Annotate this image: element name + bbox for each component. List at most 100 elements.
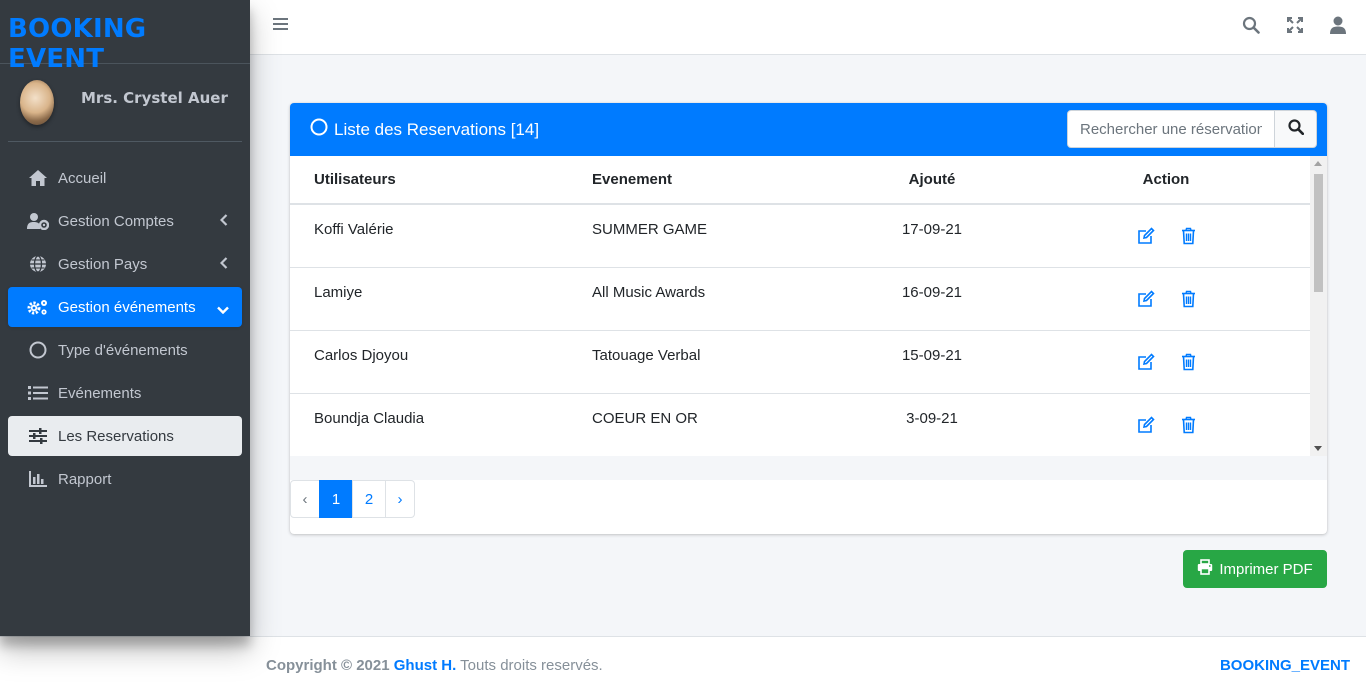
users-cog-icon (26, 209, 50, 233)
vertical-scrollbar[interactable] (1310, 156, 1327, 456)
edit-icon[interactable] (1137, 415, 1155, 438)
horizontal-scroll-area (290, 456, 1327, 480)
navbar-icons (1242, 16, 1346, 39)
user-panel: Mrs. Crystel Auer (8, 64, 242, 142)
reservation-search (1067, 110, 1317, 148)
sliders-icon (26, 424, 50, 448)
cell-event: COEUR EN OR (592, 393, 842, 456)
page-next-button[interactable]: › (385, 480, 415, 518)
cell-actions (1022, 393, 1310, 456)
home-icon (26, 166, 50, 190)
list-icon (26, 381, 50, 405)
sidebar-item-reservations[interactable]: Les Reservations (8, 416, 242, 456)
copyright-text: Copyright © 2021 (266, 657, 390, 674)
card-title: Liste des Reservations [14] (310, 118, 539, 141)
column-header: Action (1022, 156, 1310, 205)
author-link[interactable]: Ghust H. (394, 657, 457, 674)
scroll-up-arrow-icon[interactable] (1314, 161, 1322, 166)
search-button[interactable] (1275, 110, 1317, 148)
reservations-card: Liste des Reservations [14] Utilisateurs… (290, 103, 1327, 534)
chevron-left-icon (219, 256, 228, 273)
top-navbar (250, 0, 1366, 55)
sidebar-item-label: Accueil (58, 169, 107, 187)
sidebar-item-gestion-comptes[interactable]: Gestion Comptes (8, 201, 242, 241)
fullscreen-icon[interactable] (1286, 16, 1304, 39)
cell-date: 16-09-21 (842, 267, 1022, 331)
cell-actions (1022, 204, 1310, 268)
trash-icon[interactable] (1181, 227, 1196, 249)
reservations-table: Utilisateurs Evenement Ajouté Action Kof… (290, 156, 1310, 456)
edit-icon[interactable] (1137, 227, 1155, 249)
chevron-left-icon (219, 213, 228, 230)
sidebar-item-label: Type d'événements (58, 341, 188, 359)
cell-date: 3-09-21 (842, 393, 1022, 456)
table-row: Koffi Valérie SUMMER GAME 17-09-21 (290, 204, 1310, 268)
sidebar-item-gestion-pays[interactable]: Gestion Pays (8, 244, 242, 284)
cell-actions (1022, 267, 1310, 331)
cell-user: Koffi Valérie (290, 204, 592, 268)
print-pdf-label: Imprimer PDF (1219, 560, 1313, 578)
sidebar-item-label: Gestion événements (58, 298, 196, 316)
column-header: Ajouté (842, 156, 1022, 205)
trash-icon[interactable] (1181, 290, 1196, 312)
page-2-button[interactable]: 2 (352, 480, 386, 518)
sidebar-item-evenements[interactable]: Evénements (8, 373, 242, 413)
sidebar-item-label: Evénements (58, 384, 142, 402)
table-row: Carlos Djoyou Tatouage Verbal 15-09-21 (290, 330, 1310, 394)
cell-user: Boundja Claudia (290, 393, 592, 456)
brand-link[interactable]: BOOKING EVENT (0, 0, 250, 74)
pagination: ‹ 1 2 › (290, 480, 415, 518)
chevron-down-icon (217, 301, 229, 318)
cell-date: 15-09-21 (842, 330, 1022, 394)
cogs-icon (26, 295, 50, 319)
card-header: Liste des Reservations [14] (290, 103, 1327, 156)
card-title-text: Liste des Reservations [14] (334, 119, 540, 139)
sidebar-item-accueil[interactable]: Accueil (8, 158, 242, 198)
cell-user: Lamiye (290, 267, 592, 331)
footer: Copyright © 2021 Ghust H. Touts droits r… (0, 636, 1366, 690)
table-row: Lamiye All Music Awards 16-09-21 (290, 267, 1310, 331)
sidebar-nav: Accueil Gestion Comptes Gestion Pays Ges… (0, 142, 250, 499)
sidebar-item-label: Les Reservations (58, 427, 174, 445)
print-icon (1197, 559, 1213, 579)
user-name[interactable]: Mrs. Crystel Auer (81, 89, 228, 107)
footer-copyright: Copyright © 2021 Ghust H. Touts droits r… (266, 657, 603, 674)
search-icon[interactable] (1242, 16, 1260, 39)
edit-icon[interactable] (1137, 352, 1155, 375)
trash-icon[interactable] (1181, 353, 1196, 375)
cell-event: Tatouage Verbal (592, 330, 842, 394)
page-prev-button[interactable]: ‹ (290, 480, 320, 518)
chart-bar-icon (26, 467, 50, 491)
column-header: Utilisateurs (290, 156, 592, 205)
scroll-down-arrow-icon[interactable] (1314, 446, 1322, 451)
table-header-row: Utilisateurs Evenement Ajouté Action (290, 156, 1310, 205)
circle-icon (310, 118, 328, 141)
cell-user: Carlos Djoyou (290, 330, 592, 394)
page-1-button[interactable]: 1 (319, 480, 353, 518)
sidebar-item-label: Rapport (58, 470, 112, 488)
table-scroll-area: Utilisateurs Evenement Ajouté Action Kof… (290, 156, 1327, 456)
sidebar-item-label: Gestion Pays (58, 255, 148, 273)
cell-event: SUMMER GAME (592, 204, 842, 268)
globe-icon (26, 252, 50, 276)
footer-brand: BOOKING_EVENT (1219, 657, 1350, 674)
sidebar: BOOKING EVENT Mrs. Crystel Auer Accueil … (0, 0, 250, 636)
sidebar-item-type-evenements[interactable]: Type d'événements (8, 330, 242, 370)
scrollbar-thumb[interactable] (1314, 174, 1323, 292)
sidebar-item-gestion-evenements[interactable]: Gestion événements (8, 287, 242, 327)
rights-text: Touts droits reservés. (460, 657, 603, 674)
trash-icon[interactable] (1181, 416, 1196, 438)
sidebar-item-rapport[interactable]: Rapport (8, 459, 242, 499)
user-icon[interactable] (1330, 16, 1346, 39)
search-input[interactable] (1067, 110, 1275, 148)
print-pdf-button[interactable]: Imprimer PDF (1183, 550, 1327, 588)
cell-date: 17-09-21 (842, 204, 1022, 268)
menu-toggle-icon[interactable] (273, 17, 288, 36)
column-header: Evenement (592, 156, 842, 205)
table-row: Boundja Claudia COEUR EN OR 3-09-21 (290, 393, 1310, 456)
circle-icon (26, 338, 50, 362)
sidebar-item-label: Gestion Comptes (58, 212, 174, 230)
cell-event: All Music Awards (592, 267, 842, 331)
edit-icon[interactable] (1137, 289, 1155, 312)
avatar[interactable] (20, 80, 54, 125)
